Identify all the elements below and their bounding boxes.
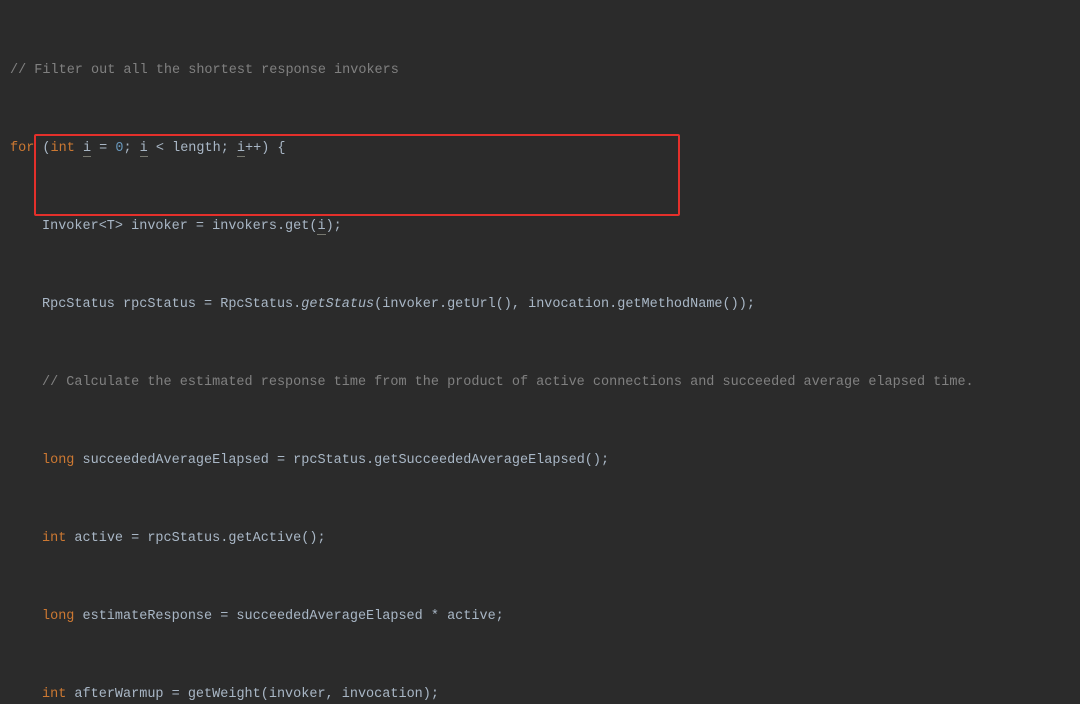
code-line: // Calculate the estimated response time… <box>10 370 1070 396</box>
var-i: i <box>317 219 325 235</box>
code: afterWarmup = getWeight(invoker, invocat… <box>66 687 439 702</box>
var-i: i <box>83 141 91 157</box>
code-line: long succeededAverageElapsed = rpcStatus… <box>10 448 1070 474</box>
code-line: int active = rpcStatus.getActive(); <box>10 526 1070 552</box>
comment: // Calculate the estimated response time… <box>42 375 974 390</box>
var-i: i <box>237 141 245 157</box>
punct: ; <box>123 141 139 156</box>
keyword-int: int <box>42 531 66 546</box>
type: Invoker<T> <box>42 219 123 234</box>
code: RpcStatus rpcStatus = RpcStatus. <box>42 297 301 312</box>
keyword-long: long <box>42 609 74 624</box>
punct: ; <box>221 141 237 156</box>
op: < <box>148 141 172 156</box>
comment: // Filter out all the shortest response … <box>10 63 399 78</box>
code-line: for (int i = 0; i < length; i++) { <box>10 136 1070 162</box>
code-line: Invoker<T> invoker = invokers.get(i); <box>10 214 1070 240</box>
keyword-long: long <box>42 453 74 468</box>
punct: ); <box>326 219 342 234</box>
code-line: int afterWarmup = getWeight(invoker, inv… <box>10 682 1070 704</box>
static-method: getStatus <box>301 297 374 312</box>
var: length <box>172 141 221 156</box>
code: estimateResponse = succeededAverageElaps… <box>74 609 503 624</box>
keyword-for: for <box>10 141 34 156</box>
var-i: i <box>140 141 148 157</box>
code: (invoker.getUrl(), invocation.getMethodN… <box>374 297 755 312</box>
code: invoker = invokers.get( <box>123 219 317 234</box>
keyword-int: int <box>42 687 66 702</box>
code-line: // Filter out all the shortest response … <box>10 58 1070 84</box>
punct: ( <box>34 141 50 156</box>
punct: ++) { <box>245 141 286 156</box>
keyword-int: int <box>51 141 75 156</box>
code-line: RpcStatus rpcStatus = RpcStatus.getStatu… <box>10 292 1070 318</box>
op: = <box>91 141 115 156</box>
code-line: long estimateResponse = succeededAverage… <box>10 604 1070 630</box>
code: succeededAverageElapsed = rpcStatus.getS… <box>74 453 609 468</box>
code: active = rpcStatus.getActive(); <box>66 531 325 546</box>
code-editor[interactable]: // Filter out all the shortest response … <box>0 0 1080 704</box>
